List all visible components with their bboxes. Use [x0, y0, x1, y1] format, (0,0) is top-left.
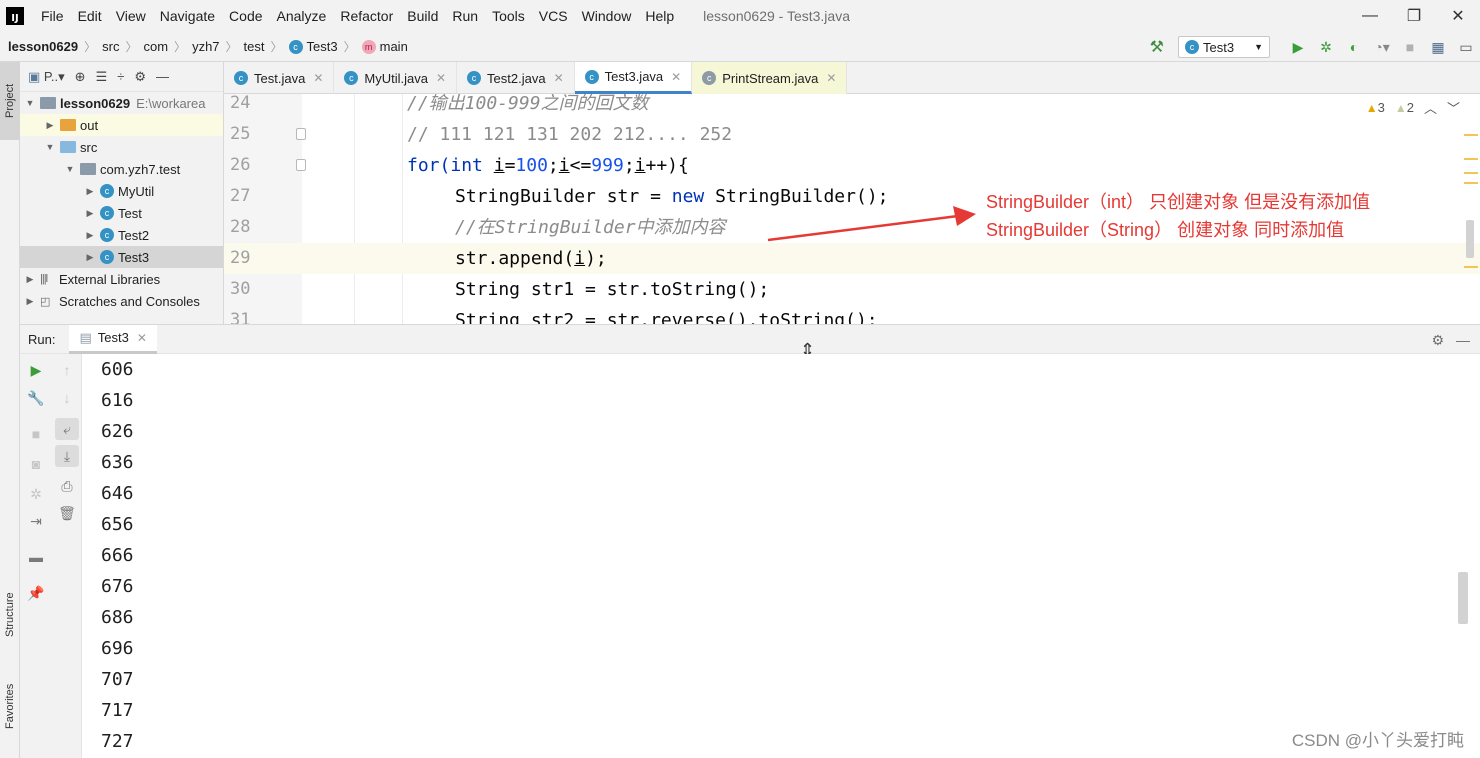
console-line: 696 [101, 638, 134, 659]
console-line: 646 [101, 483, 134, 504]
console-line: 656 [101, 514, 134, 535]
arrow-down-icon[interactable]: ↓ [52, 387, 82, 409]
run-panel-label: Run: [28, 331, 56, 347]
stop-icon[interactable]: ■ [20, 423, 52, 445]
console-line: 636 [101, 452, 134, 473]
annotation-line: StringBuilder（String） 创建对象 同时添加值 [986, 220, 1345, 240]
close-tab-icon[interactable]: ✕ [137, 331, 147, 345]
run-toolbar-primary: ▶ 🔧 ■ ◙ ✲ ⇥ ▬ 📌 [20, 354, 52, 758]
console-output[interactable]: 606 616 626 636 646 656 666 676 686 696 … [82, 354, 1468, 758]
watermark: CSDN @小丫头爱打盹 [1291, 731, 1464, 750]
print-icon[interactable]: ⎙ [52, 475, 82, 497]
trash-icon[interactable]: 🗑 [52, 502, 82, 524]
pin-icon[interactable]: 📌 [20, 582, 52, 604]
scroll-to-end-icon[interactable]: ⤓ [55, 445, 79, 467]
layout-icon[interactable]: ▬ [20, 546, 52, 568]
console-line: 676 [101, 576, 134, 597]
hide-icon[interactable]: — [1456, 332, 1470, 348]
annotation-line: StringBuilder（int） 只创建对象 但是没有添加值 [986, 192, 1371, 212]
rerun-icon[interactable]: ▶ [20, 359, 52, 381]
console-line: 666 [101, 545, 134, 566]
console-line: 626 [101, 421, 134, 442]
wrench-icon[interactable]: 🔧 [20, 387, 52, 409]
settings-icon[interactable]: ✲ [20, 483, 52, 505]
soft-wrap-icon[interactable]: ⤶ [55, 418, 79, 440]
console-scrollbar[interactable] [1458, 572, 1468, 624]
console-line: 707 [101, 669, 134, 690]
run-tab-test3[interactable]: ▤ Test3 ✕ [69, 324, 157, 354]
run-panel-header: Run: ▤ Test3 ✕ ⚙ — [20, 324, 1480, 354]
arrow-up-icon[interactable]: ↑ [52, 359, 82, 381]
annotation-note: StringBuilder（int） 只创建对象 但是没有添加值 StringB… [986, 188, 1370, 244]
console-line: 606 [101, 359, 134, 380]
run-tab-label: Test3 [97, 330, 129, 345]
run-tab-icon: ▤ [79, 329, 92, 345]
camera-icon[interactable]: ◙ [20, 453, 52, 475]
gear-icon[interactable]: ⚙ [1431, 332, 1444, 349]
console-line: 717 [101, 700, 134, 721]
exit-icon[interactable]: ⇥ [20, 510, 52, 532]
console-line: 686 [101, 607, 134, 628]
run-toolbar-secondary: ↑ ↓ ⤶ ⤓ ⎙ 🗑 [52, 354, 82, 758]
console-line: 616 [101, 390, 134, 411]
console-line: 727 [101, 731, 134, 752]
run-panel-actions: ⚙ — [1431, 325, 1470, 355]
